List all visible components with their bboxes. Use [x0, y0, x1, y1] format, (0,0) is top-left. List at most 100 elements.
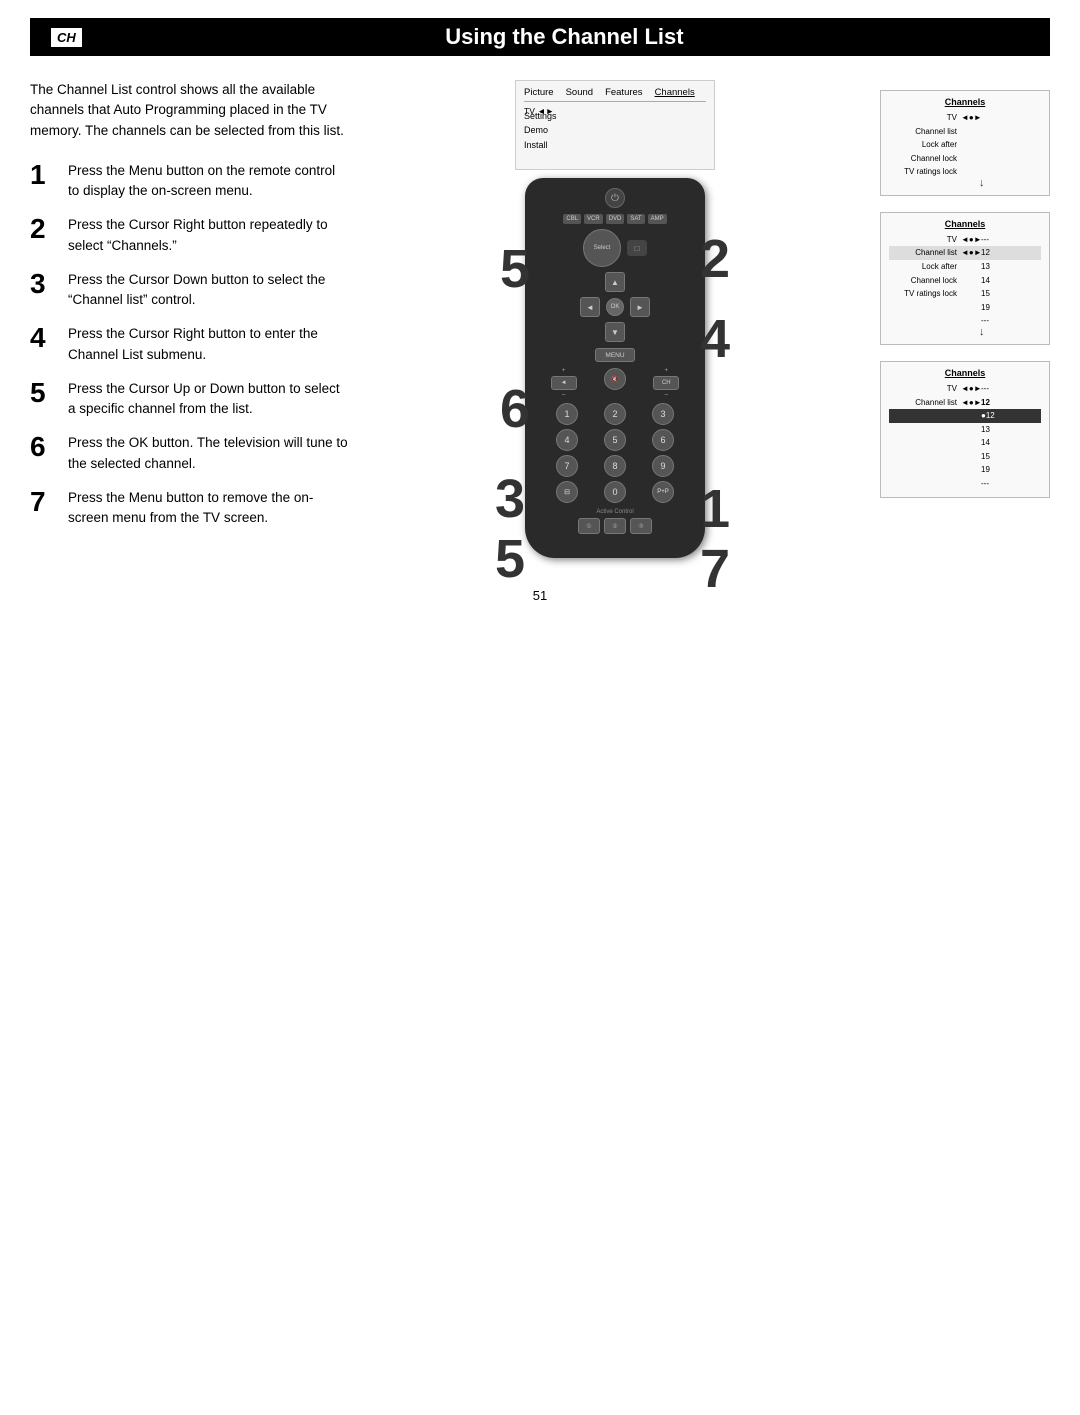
diag2-lock-after-row: Lock after 13: [889, 260, 1041, 274]
ac-btn-1[interactable]: ①: [578, 518, 600, 534]
diag1-title: Channels: [889, 97, 1041, 107]
diag2-down-arrow: ↓: [979, 328, 1041, 338]
step-num-2: 2: [30, 215, 58, 243]
ch-up-button[interactable]: CH: [653, 376, 679, 390]
diag2-title: Channels: [889, 219, 1041, 229]
num-2-button[interactable]: 2: [604, 403, 626, 425]
text-column: The Channel List control shows all the a…: [30, 80, 350, 558]
menu-side-items: Settings Demo Install: [524, 109, 557, 152]
step-num-1: 1: [30, 161, 58, 189]
pip-swap-button[interactable]: P+P: [652, 481, 674, 503]
diag3-title: Channels: [889, 368, 1041, 378]
num-5-button[interactable]: 5: [604, 429, 626, 451]
nav-left-button[interactable]: ◄: [580, 297, 600, 317]
page-title: Using the Channel List: [99, 24, 1030, 50]
num-9-button[interactable]: 9: [652, 455, 674, 477]
active-control-row: ① ② ③: [537, 518, 693, 534]
mute-button[interactable]: 🔇: [604, 368, 626, 390]
step-text-5: Press the Cursor Up or Down button to se…: [68, 379, 350, 420]
nav-right-button[interactable]: ►: [630, 297, 650, 317]
diag2-row6: ---: [889, 314, 1041, 328]
number-grid: 1 2 3 4 5 6 7 8 9 ⊟ 0 P+P: [537, 403, 693, 503]
diag3-row7: ---: [889, 477, 1041, 491]
nav-up-button[interactable]: ▲: [605, 272, 625, 292]
menu-item-picture: Picture: [524, 87, 554, 98]
diag1-channel-lock-row: Channel lock: [889, 152, 1041, 166]
step-text-3: Press the Cursor Down button to select t…: [68, 270, 350, 311]
num-0-button[interactable]: 0: [604, 481, 626, 503]
step-num-6: 6: [30, 433, 58, 461]
cbl-button[interactable]: CBL: [563, 214, 581, 224]
num-8-button[interactable]: 8: [604, 455, 626, 477]
step-text-2: Press the Cursor Right button repeatedly…: [68, 215, 350, 256]
diag3-tv-row: TV ◄●► ---: [889, 382, 1041, 396]
num-7-button[interactable]: 7: [556, 455, 578, 477]
step-text-4: Press the Cursor Right button to enter t…: [68, 324, 350, 365]
diag2-row5: 19: [889, 301, 1041, 315]
diag1-channel-list-row: Channel list: [889, 125, 1041, 139]
dvd-button[interactable]: DVD: [606, 214, 625, 224]
diag2-tv-ratings-row: TV ratings lock 15: [889, 287, 1041, 301]
diag1-tv-ratings-row: TV ratings lock: [889, 165, 1041, 179]
nav-down-button[interactable]: ▼: [605, 322, 625, 342]
step-7: 7 Press the Menu button to remove the on…: [30, 488, 350, 529]
vcr-button[interactable]: VCR: [584, 214, 603, 224]
diag3-row3: 13: [889, 423, 1041, 437]
sat-button[interactable]: SAT: [627, 214, 644, 224]
menu-item-features: Features: [605, 87, 643, 98]
num-6-button[interactable]: 6: [652, 429, 674, 451]
big-num-5b: 5: [495, 528, 525, 590]
step-2: 2 Press the Cursor Right button repeated…: [30, 215, 350, 256]
diag2-channel-lock-row: Channel lock 14: [889, 274, 1041, 288]
center-area: Picture Sound Features Channels TV ◄► Se…: [370, 80, 860, 558]
big-num-3: 3: [495, 468, 525, 530]
ac-btn-3[interactable]: ③: [630, 518, 652, 534]
diagrams-column: Channels TV ◄●► Channel list Lock after …: [880, 80, 1050, 558]
active-control-label: Active Control: [537, 509, 693, 515]
amp-button[interactable]: AMP: [648, 214, 667, 224]
step-text-1: Press the Menu button on the remote cont…: [68, 161, 350, 202]
pip-button[interactable]: □: [627, 240, 647, 256]
diag1-lock-after-row: Lock after: [889, 138, 1041, 152]
step-num-7: 7: [30, 488, 58, 516]
menu-button[interactable]: MENU: [595, 348, 635, 362]
step-num-4: 4: [30, 324, 58, 352]
step-3: 3 Press the Cursor Down button to select…: [30, 270, 350, 311]
content-area: The Channel List control shows all the a…: [0, 56, 1080, 558]
select-button[interactable]: Select: [583, 229, 621, 267]
step-text-7: Press the Menu button to remove the on-s…: [68, 488, 350, 529]
diag1-down-arrow: ↓: [979, 179, 1041, 189]
diag3-channel-list-row: Channel list ◄●► 12: [889, 396, 1041, 410]
diag2-tv-row: TV ◄●► ---: [889, 233, 1041, 247]
diag2-channel-list-row: Channel list ◄●► 12: [889, 246, 1041, 260]
num-1-button[interactable]: 1: [556, 403, 578, 425]
diagram-2: Channels TV ◄●► --- Channel list ◄●► 12 …: [880, 212, 1050, 345]
step-num-5: 5: [30, 379, 58, 407]
small-btns-row: + ◄ – 🔇 + CH –: [537, 368, 693, 398]
diag3-row4: 14: [889, 436, 1041, 450]
page-header: CH Using the Channel List: [30, 18, 1050, 56]
num-3-button[interactable]: 3: [652, 403, 674, 425]
menu-item-sound: Sound: [566, 87, 593, 98]
nav-cluster: ▲ ▼ ◄ ► OK: [580, 272, 650, 342]
step-num-3: 3: [30, 270, 58, 298]
page-number: 51: [0, 588, 1080, 623]
power-button[interactable]: ⏻: [605, 188, 625, 208]
num-4-button[interactable]: 4: [556, 429, 578, 451]
remote-control: ⏻ CBL VCR DVD SAT AMP Select: [525, 178, 705, 558]
ac-btn-2[interactable]: ②: [604, 518, 626, 534]
diag3-row2: ●12: [889, 409, 1041, 423]
diagram-1: Channels TV ◄●► Channel list Lock after …: [880, 90, 1050, 196]
source-row: CBL VCR DVD SAT AMP: [537, 214, 693, 224]
ok-button[interactable]: OK: [606, 298, 624, 316]
diag1-tv-row: TV ◄●►: [889, 111, 1041, 125]
recall-button[interactable]: ⊟: [556, 481, 578, 503]
intro-text: The Channel List control shows all the a…: [30, 80, 350, 141]
diag3-row5: 15: [889, 450, 1041, 464]
top-menu-screenshot: Picture Sound Features Channels TV ◄► Se…: [515, 80, 715, 170]
select-area: Select □: [537, 229, 693, 267]
vol-up-button[interactable]: ◄: [551, 376, 577, 390]
diagram-3: Channels TV ◄●► --- Channel list ◄●► 12 …: [880, 361, 1050, 498]
step-6: 6 Press the OK button. The television wi…: [30, 433, 350, 474]
step-5: 5 Press the Cursor Up or Down button to …: [30, 379, 350, 420]
